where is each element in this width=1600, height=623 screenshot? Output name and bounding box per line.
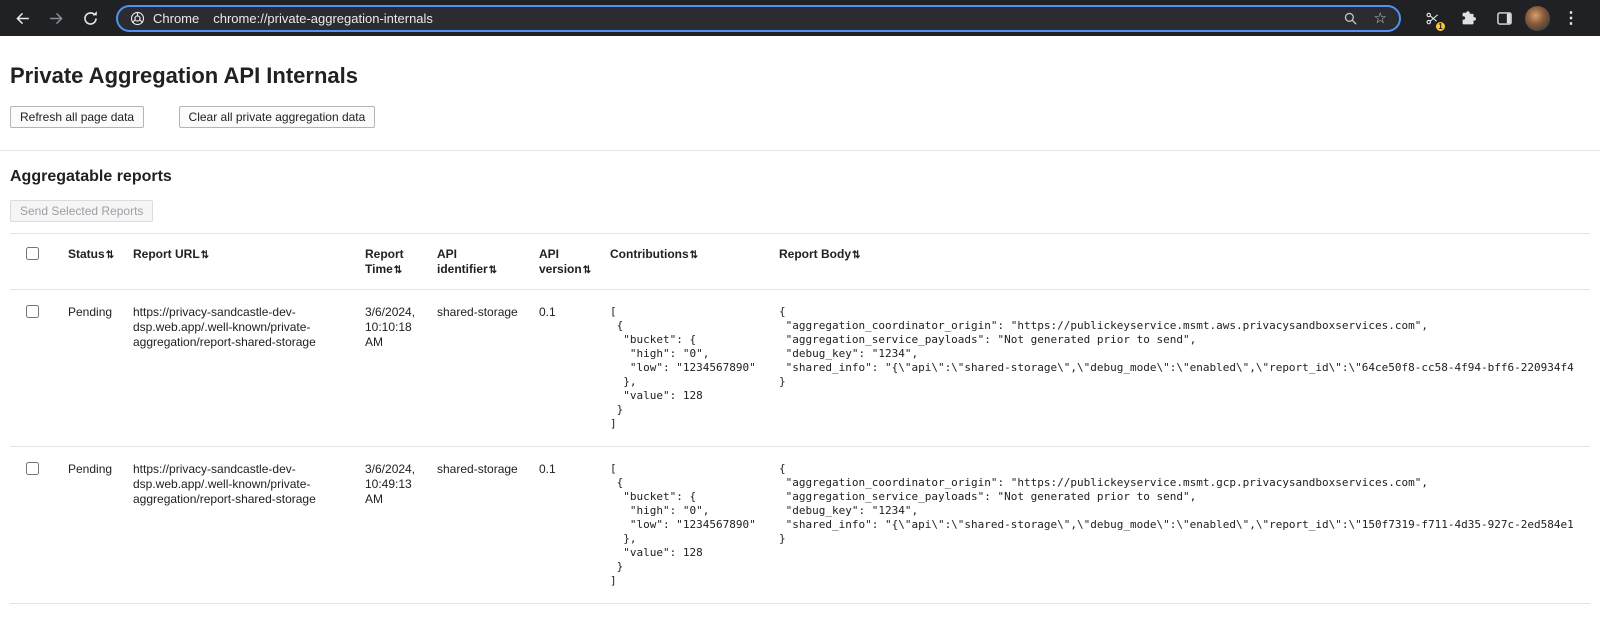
cell-contributions: [ { "bucket": { "high": "0", "low": "123… (600, 290, 769, 447)
cell-api-version: 0.1 (529, 447, 600, 604)
sort-icon: ⇅ (106, 250, 114, 261)
menu-kebab-icon[interactable]: ⋮ (1556, 4, 1586, 32)
col-header-report-url[interactable]: Report URL⇅ (123, 234, 355, 290)
cell-api-identifier: shared-storage (427, 447, 529, 604)
url-text: chrome://private-aggregation-internals (213, 11, 433, 26)
profile-avatar[interactable] (1525, 6, 1550, 31)
cell-report-time: 3/6/2024, 10:10:18 AM (355, 290, 427, 447)
cell-report-time: 3/6/2024, 10:49:13 AM (355, 447, 427, 604)
bookmark-star-icon[interactable]: ☆ (1374, 11, 1387, 26)
reports-table: Status⇅ Report URL⇅ Report Time⇅ API ide… (10, 233, 1590, 604)
report-body-json: { "aggregation_coordinator_origin": "htt… (779, 305, 1580, 389)
cell-status: Pending (58, 290, 123, 447)
col-header-report-time[interactable]: Report Time⇅ (355, 234, 427, 290)
contributions-json: [ { "bucket": { "high": "0", "low": "123… (610, 305, 759, 431)
forward-arrow-icon (48, 10, 65, 27)
select-all-header (10, 234, 58, 290)
report-body-json: { "aggregation_coordinator_origin": "htt… (779, 462, 1580, 546)
omnibox[interactable]: Chrome chrome://private-aggregation-inte… (116, 5, 1401, 32)
table-row: Pending https://privacy-sandcastle-dev-d… (10, 447, 1590, 604)
cell-report-url: https://privacy-sandcastle-dev-dsp.web.a… (123, 290, 355, 447)
clear-all-button[interactable]: Clear all private aggregation data (179, 106, 376, 128)
zoom-icon[interactable] (1336, 4, 1366, 32)
cell-status: Pending (58, 447, 123, 604)
contributions-json: [ { "bucket": { "high": "0", "low": "123… (610, 462, 759, 588)
sort-icon: ⇅ (201, 250, 209, 261)
back-arrow-icon (14, 10, 31, 27)
section-divider (0, 150, 1600, 151)
extension-action-icon[interactable]: 1 (1417, 4, 1447, 32)
back-button[interactable] (8, 4, 36, 32)
sort-icon: ⇅ (489, 265, 497, 276)
cell-api-identifier: shared-storage (427, 290, 529, 447)
select-all-checkbox[interactable] (26, 247, 39, 260)
col-header-report-body[interactable]: Report Body⇅ (769, 234, 1590, 290)
extensions-puzzle-icon[interactable] (1453, 4, 1483, 32)
sort-icon: ⇅ (583, 265, 591, 276)
sort-icon: ⇅ (690, 250, 698, 261)
row-checkbox[interactable] (26, 462, 39, 475)
row-checkbox[interactable] (26, 305, 39, 318)
reload-icon (82, 10, 99, 27)
col-header-contributions[interactable]: Contributions⇅ (600, 234, 769, 290)
cell-report-body: { "aggregation_coordinator_origin": "htt… (769, 447, 1590, 604)
section-title: Aggregatable reports (10, 168, 1590, 186)
page-actions: Refresh all page data Clear all private … (10, 106, 1590, 128)
refresh-all-button[interactable]: Refresh all page data (10, 106, 144, 128)
extension-badge: 1 (1434, 20, 1447, 33)
page-content: Private Aggregation API Internals Refres… (0, 63, 1600, 604)
chrome-label: Chrome (153, 11, 199, 26)
page-title: Private Aggregation API Internals (10, 63, 1590, 89)
col-header-status[interactable]: Status⇅ (58, 234, 123, 290)
chrome-logo-icon (130, 11, 145, 26)
table-row: Pending https://privacy-sandcastle-dev-d… (10, 290, 1590, 447)
cell-api-version: 0.1 (529, 290, 600, 447)
sort-icon: ⇅ (394, 265, 402, 276)
col-header-api-identifier[interactable]: API identifier⇅ (427, 234, 529, 290)
row-select-cell (10, 290, 58, 447)
cell-report-body: { "aggregation_coordinator_origin": "htt… (769, 290, 1590, 447)
reload-button[interactable] (76, 4, 104, 32)
side-panel-icon[interactable] (1489, 4, 1519, 32)
table-header-row: Status⇅ Report URL⇅ Report Time⇅ API ide… (10, 234, 1590, 290)
cell-contributions: [ { "bucket": { "high": "0", "low": "123… (600, 447, 769, 604)
row-select-cell (10, 447, 58, 604)
forward-button[interactable] (42, 4, 70, 32)
cell-report-url: https://privacy-sandcastle-dev-dsp.web.a… (123, 447, 355, 604)
browser-toolbar: Chrome chrome://private-aggregation-inte… (0, 0, 1600, 36)
sort-icon: ⇅ (852, 250, 860, 261)
col-header-api-version[interactable]: API version⇅ (529, 234, 600, 290)
send-selected-reports-button[interactable]: Send Selected Reports (10, 200, 153, 222)
